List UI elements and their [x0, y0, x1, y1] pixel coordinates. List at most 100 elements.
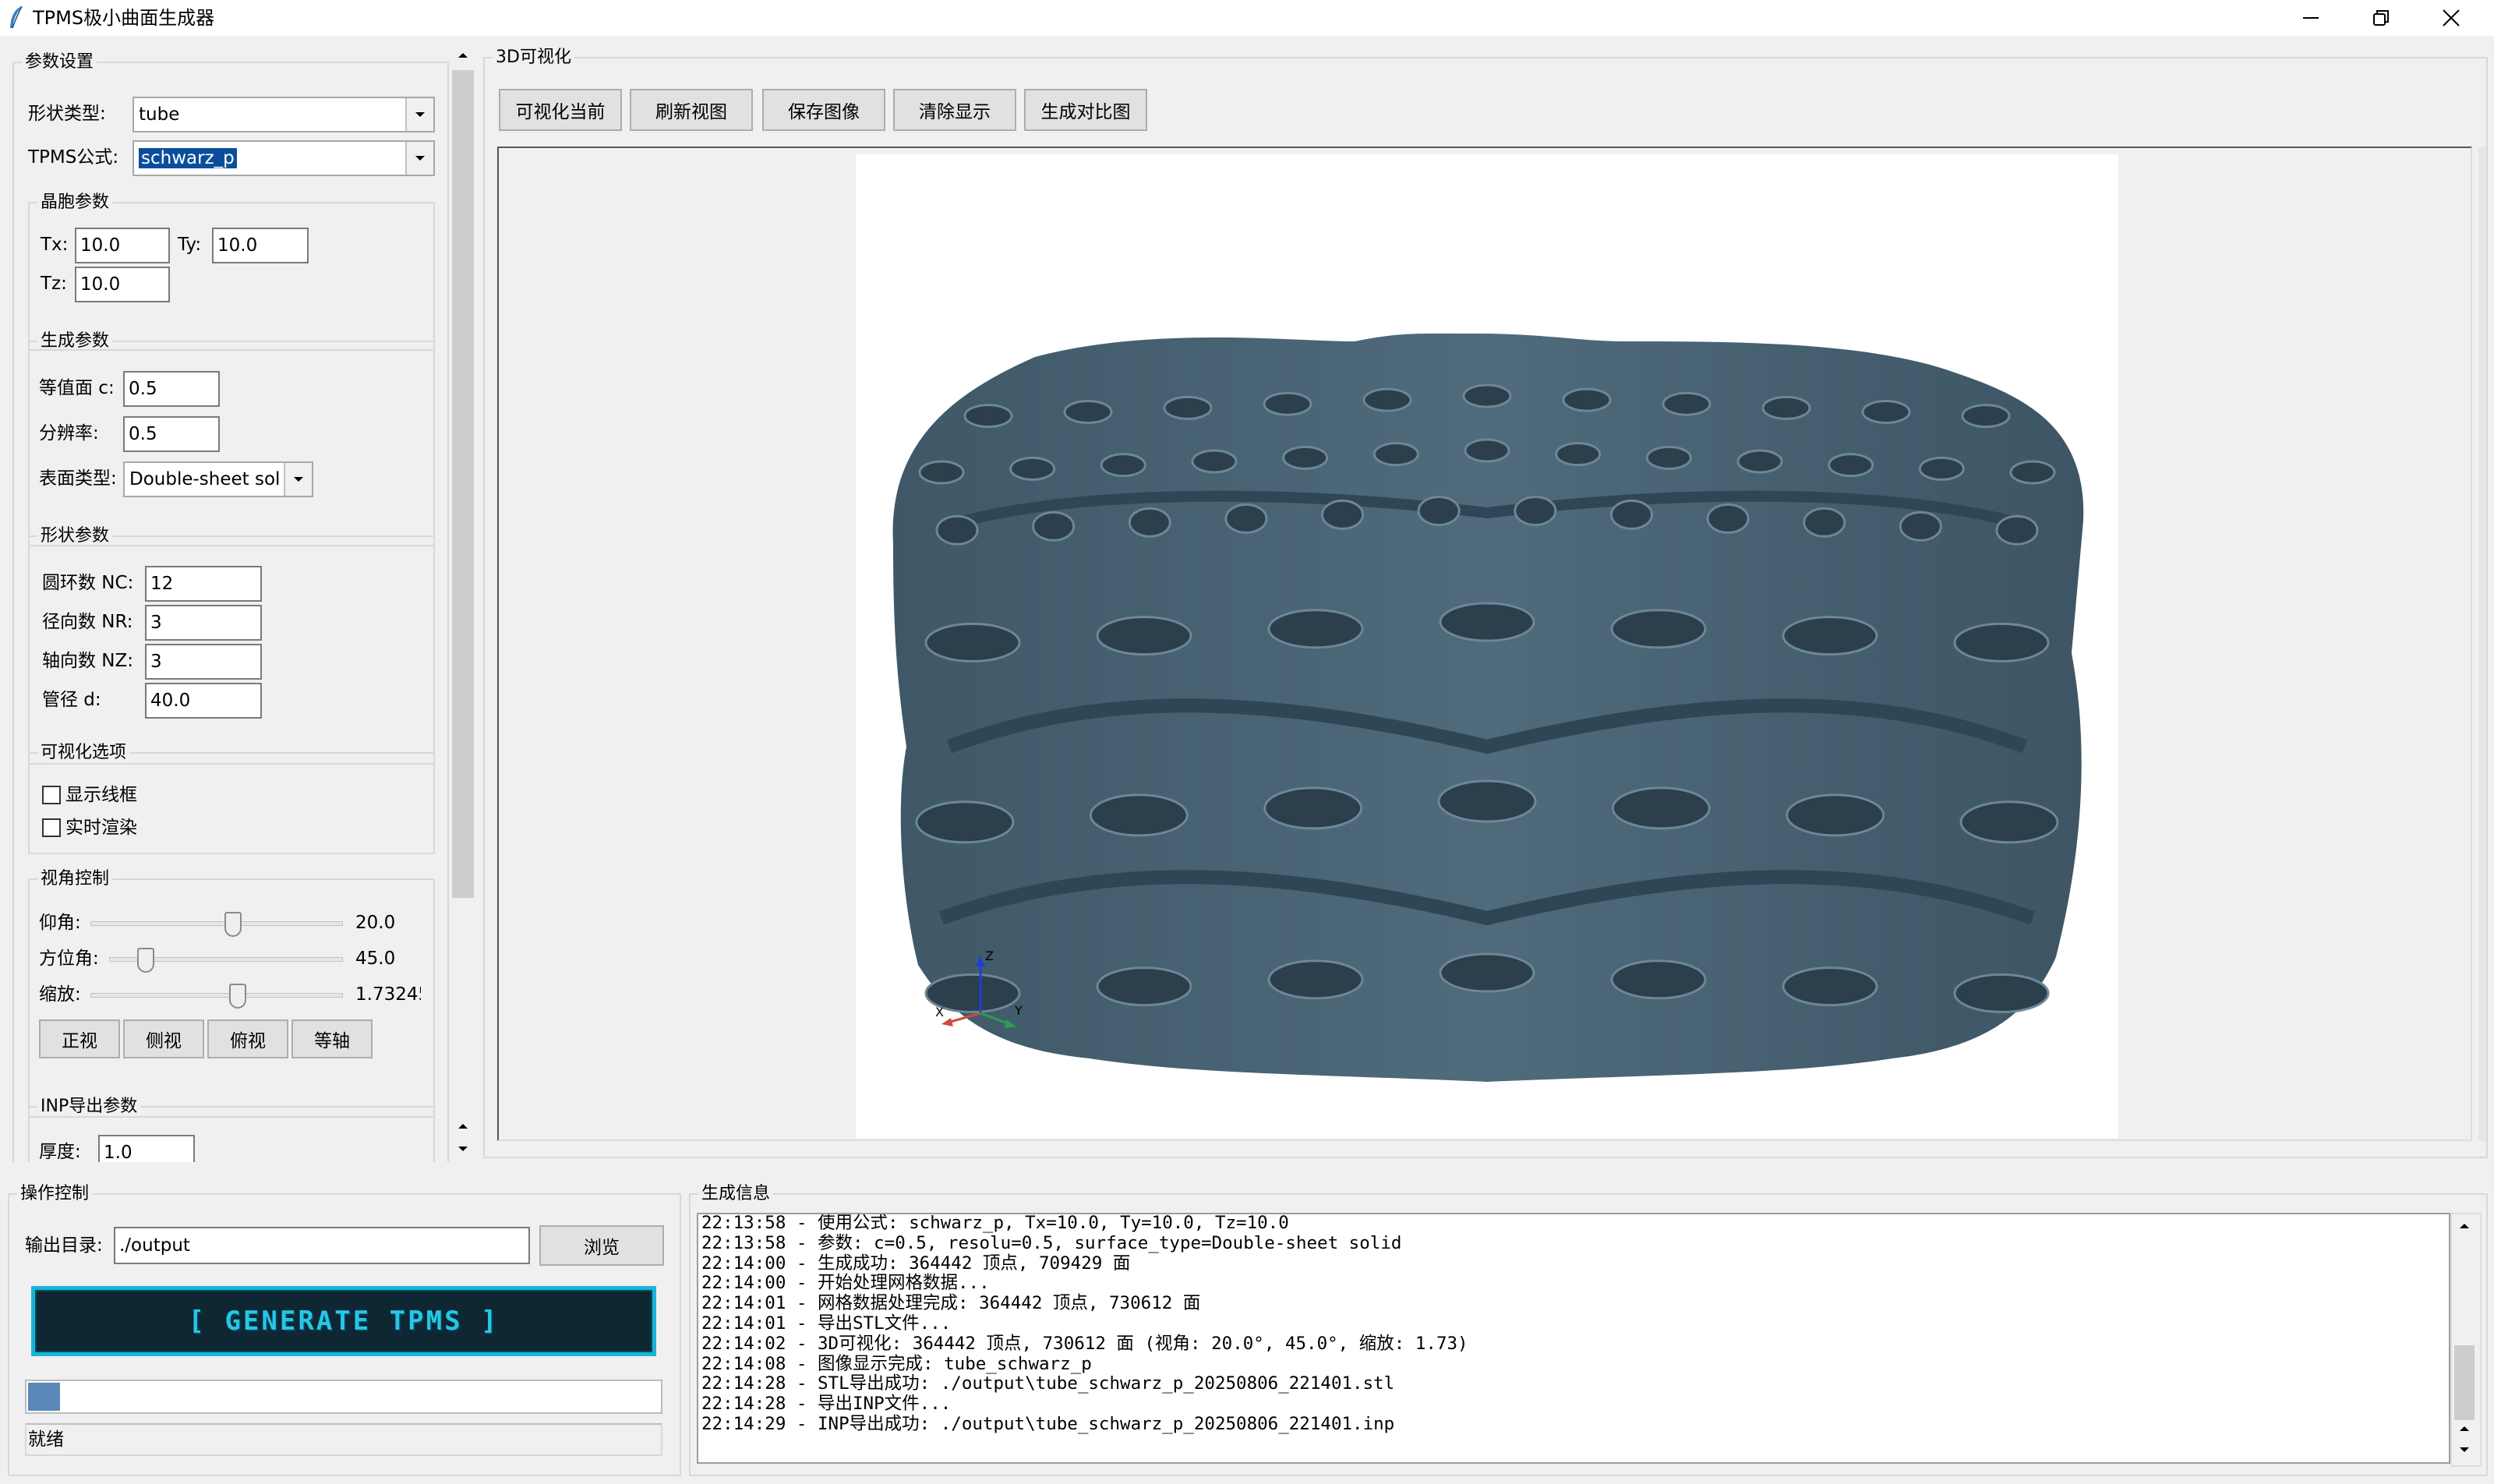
title-bar: TPMS极小曲面生成器: [0, 0, 2494, 36]
nz-input[interactable]: [145, 644, 262, 680]
resolution-input[interactable]: [123, 416, 220, 452]
log-line: 22:14:28 - STL导出成功: ./output\tube_schwar…: [701, 1373, 1395, 1394]
surface-type-combobox[interactable]: Double-sheet sol: [123, 461, 313, 497]
surface-pore: [963, 404, 1013, 429]
scroll-thumb[interactable]: [2454, 1345, 2475, 1420]
shape-params-title: 形状参数: [41, 526, 110, 546]
front-view-button[interactable]: 正视: [39, 1019, 120, 1058]
tube-diameter-label: 管径 d:: [42, 690, 101, 710]
inp-export-group: INP导出参数: [28, 1097, 435, 1162]
chevron-down-icon[interactable]: [284, 463, 312, 496]
status-text: 就绪: [28, 1429, 64, 1450]
minimize-button[interactable]: [2276, 0, 2346, 36]
axis-z-label: Z: [985, 949, 994, 963]
nz-label: 轴向数 NZ:: [42, 651, 134, 671]
surface-pore: [1032, 511, 1076, 542]
ty-input[interactable]: [212, 228, 309, 263]
surface-pore: [1100, 453, 1146, 478]
surface-pore: [1645, 445, 1692, 470]
surface-pore: [1089, 793, 1189, 837]
side-view-button[interactable]: 侧视: [123, 1019, 204, 1058]
azimuth-value: 45.0: [355, 949, 396, 969]
resolution-label: 分辨率:: [39, 423, 99, 443]
elevation-label: 仰角:: [39, 913, 81, 933]
tx-input[interactable]: [75, 228, 170, 263]
surface-pore: [1224, 503, 1268, 534]
zoom-slider-thumb[interactable]: [229, 984, 247, 1009]
params-scrollbar[interactable]: [450, 44, 475, 1161]
chevron-down-icon[interactable]: [405, 98, 433, 131]
realtime-checkbox[interactable]: [42, 818, 61, 837]
thickness-input[interactable]: [98, 1135, 195, 1162]
elevation-slider-track[interactable]: [90, 921, 343, 926]
isometric-view-button[interactable]: 等轴: [291, 1019, 373, 1058]
minimize-icon: [2303, 17, 2319, 19]
surface-pore: [1263, 391, 1312, 416]
log-scrollbar[interactable]: [2450, 1213, 2482, 1467]
log-line: 22:14:00 - 生成成功: 364442 顶点, 709429 面: [701, 1253, 1131, 1274]
scroll-down-arrow[interactable]: [2452, 1439, 2477, 1461]
tpms-formula-value: schwarz_p: [139, 148, 237, 168]
surface-pore: [1439, 952, 1535, 993]
scroll-up-arrow[interactable]: [2452, 1419, 2477, 1439]
surface-pore: [1267, 959, 1364, 1000]
log-line: 22:14:02 - 3D可视化: 364442 顶点, 730612 面 (视…: [701, 1333, 1468, 1354]
iso-input[interactable]: [123, 371, 220, 407]
iso-label: 等值面 c:: [39, 378, 115, 398]
shape-type-combobox[interactable]: tube: [132, 97, 435, 132]
surface-pore: [1782, 616, 1878, 656]
browse-button[interactable]: 浏览: [539, 1225, 664, 1266]
scroll-up-arrow[interactable]: [2452, 1214, 2477, 1238]
vis-options-title: 可视化选项: [41, 743, 127, 762]
viz-title: 3D可视化: [496, 48, 571, 67]
nc-input[interactable]: [145, 566, 262, 602]
scroll-down-arrow[interactable]: [450, 1138, 475, 1160]
nr-input[interactable]: [145, 605, 262, 641]
surface-pore: [1782, 966, 1878, 1007]
tube-diameter-input[interactable]: [145, 683, 262, 719]
restore-button[interactable]: [2346, 0, 2416, 36]
top-view-button[interactable]: 俯视: [207, 1019, 288, 1058]
surface-pore: [1953, 622, 2050, 662]
log-lines: 22:13:58 - 使用公式: schwarz_p, Tx=10.0, Ty=…: [701, 1214, 1468, 1435]
surface-pore: [915, 800, 1015, 844]
wireframe-checkbox[interactable]: [42, 786, 61, 804]
close-button[interactable]: [2416, 0, 2486, 36]
azimuth-slider-thumb[interactable]: [137, 948, 155, 973]
scroll-up-arrow[interactable]: [450, 1116, 475, 1136]
surface-pore: [1372, 442, 1419, 467]
clear-display-button[interactable]: 清除显示: [893, 89, 1016, 131]
surface-pore: [1609, 499, 1653, 530]
scroll-thumb[interactable]: [452, 70, 474, 898]
tpms-formula-label: TPMS公式:: [28, 147, 119, 168]
log-line: 22:14:01 - 导出STL文件...: [701, 1313, 952, 1334]
close-icon: [2443, 9, 2460, 26]
surface-type-value: Double-sheet sol: [129, 469, 281, 489]
tz-label: Tz:: [41, 274, 67, 294]
output-dir-input[interactable]: [114, 1227, 530, 1264]
refresh-view-button[interactable]: 刷新视图: [630, 89, 753, 131]
chevron-down-icon[interactable]: [405, 142, 433, 175]
wireframe-label: 显示线框: [65, 785, 137, 805]
viz-panel-edge: [2478, 147, 2486, 1141]
log-line: 22:13:58 - 使用公式: schwarz_p, Tx=10.0, Ty=…: [701, 1213, 1289, 1233]
compare-chart-button[interactable]: 生成对比图: [1024, 89, 1147, 131]
surface-pore: [1191, 449, 1238, 474]
tz-input[interactable]: [75, 267, 170, 302]
visualize-current-button[interactable]: 可视化当前: [499, 89, 622, 131]
render-canvas[interactable]: Z X Y: [497, 147, 2472, 1141]
surface-pore: [1959, 800, 2059, 844]
tpms-formula-combobox[interactable]: schwarz_p: [132, 140, 435, 176]
scroll-up-arrow[interactable]: [450, 44, 475, 67]
surface-pore: [1362, 387, 1412, 412]
generate-tpms-button[interactable]: [ GENERATE TPMS ]: [31, 1286, 656, 1356]
render-image: Z X Y: [856, 154, 2118, 1138]
log-line: 22:14:28 - 导出INP文件...: [701, 1394, 952, 1415]
zoom-slider-track[interactable]: [90, 993, 343, 998]
surface-pore: [1263, 786, 1363, 830]
log-line: 22:14:01 - 网格数据处理完成: 364442 顶点, 730612 面: [701, 1293, 1201, 1314]
save-image-button[interactable]: 保存图像: [762, 89, 885, 131]
elevation-slider-thumb[interactable]: [224, 912, 242, 937]
log-textbox[interactable]: 22:13:58 - 使用公式: schwarz_p, Tx=10.0, Ty=…: [697, 1213, 2450, 1464]
surface-pore: [1163, 395, 1213, 420]
